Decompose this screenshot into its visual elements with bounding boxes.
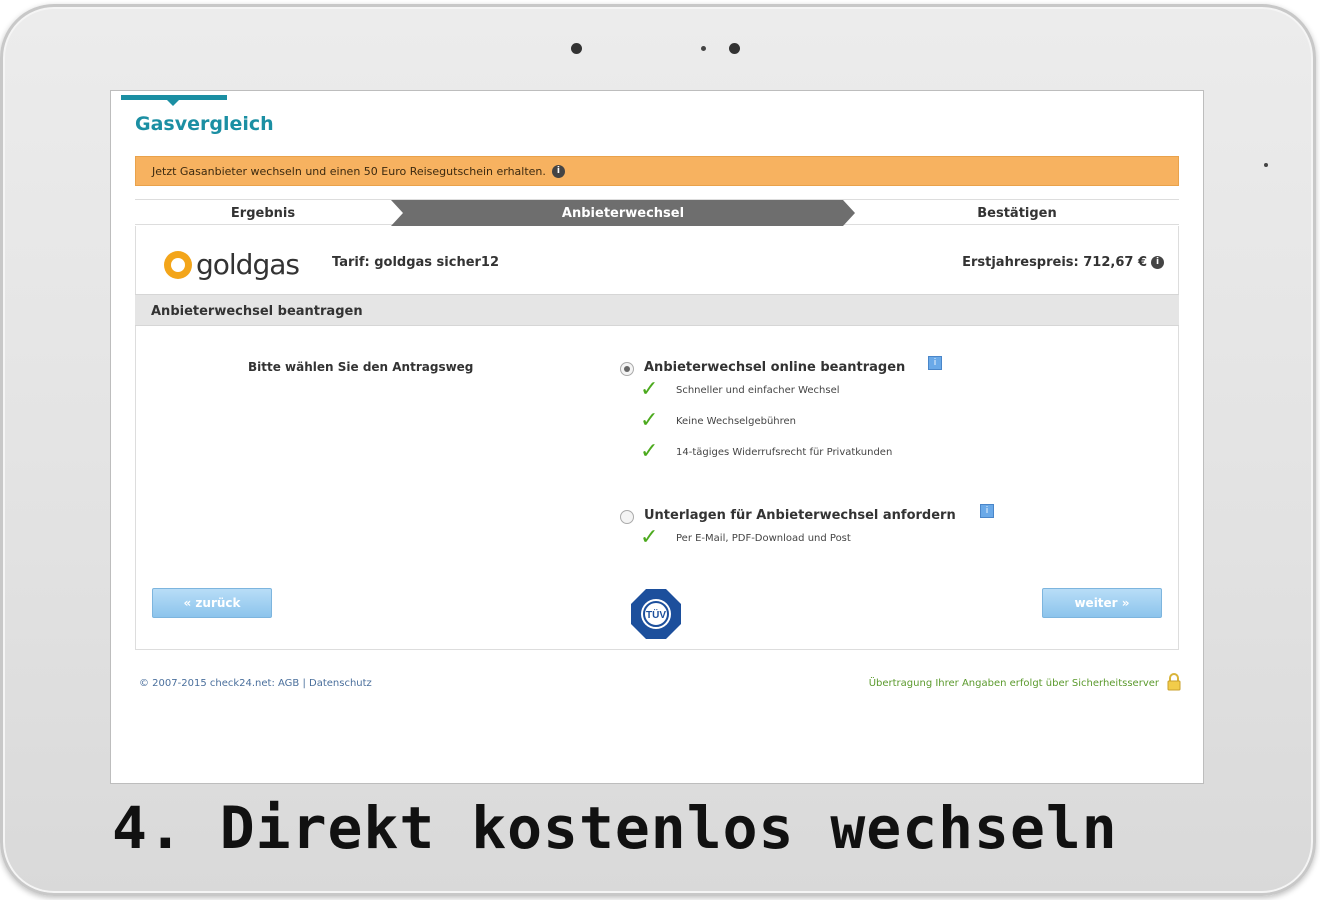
provider-logo: goldgas [164,248,300,281]
caption: 4. Direkt kostenlos wechseln [112,794,1118,862]
provider-summary: goldgas Tarif: goldgas sicher12 Erstjahr… [135,226,1179,294]
radio-online[interactable] [620,362,634,376]
list-item: ✓ Schneller und einfacher Wechsel [640,377,840,402]
tariff-name: Tarif: goldgas sicher12 [332,255,500,270]
check-icon: ✓ [640,439,659,464]
list-item: ✓ 14-tägiges Widerrufsrecht für Privatku… [640,439,893,464]
info-icon[interactable]: i [551,164,565,178]
list-item: ✓ Keine Wechselgebühren [640,408,796,433]
tuv-text: TÜV [646,608,666,621]
camera-lens [729,43,740,54]
price-text: Erstjahrespreis: 712,67 € [962,255,1147,270]
promo-text: Jetzt Gasanbieter wechseln und einen 50 … [152,164,546,178]
footer-legal[interactable]: © 2007-2015 check24.net: AGB | Datenschu… [139,678,372,689]
info-icon[interactable]: i [1151,256,1164,269]
tablet-screen: Gasvergleich Jetzt Gasanbieter wechseln … [110,90,1204,784]
promo-banner: Jetzt Gasanbieter wechseln und einen 50 … [135,156,1179,186]
logo-text: goldgas [196,248,300,281]
footer-security-note: Übertragung Ihrer Angaben erfolgt über S… [868,678,1159,689]
step-label: Anbieterwechsel [561,205,685,221]
choose-method-label: Bitte wählen Sie den Antragsweg [248,360,474,374]
list-item: ✓ Per E-Mail, PDF-Download und Post [640,525,851,550]
option-label[interactable]: Anbieterwechsel online beantragen [644,360,905,375]
help-icon[interactable]: i [980,504,994,518]
first-year-price: Erstjahrespreis: 712,67 € i [962,255,1164,270]
sensor-dot [701,46,706,51]
side-sensor [1264,163,1268,167]
step-ergebnis[interactable]: Ergebnis [135,200,391,226]
front-camera [571,43,582,54]
page-title: Gasvergleich [135,113,274,135]
section-header: Anbieterwechsel beantragen [135,294,1179,326]
step-bestaetigen[interactable]: Bestätigen [855,200,1179,226]
logo-flame-icon [164,250,192,279]
step-label: Bestätigen [977,205,1057,221]
web-page: Gasvergleich Jetzt Gasanbieter wechseln … [121,95,1195,783]
lock-icon [1167,673,1181,691]
step-label: Ergebnis [230,205,296,221]
check-icon: ✓ [640,408,659,433]
application-form: Bitte wählen Sie den Antragsweg Anbieter… [135,326,1179,650]
check-icon: ✓ [640,525,659,550]
tab-notch [167,100,179,106]
option-label[interactable]: Unterlagen für Anbieterwechsel anfordern [644,508,956,523]
radio-documents[interactable] [620,510,634,524]
help-icon[interactable]: i [928,356,942,370]
step-anbieterwechsel[interactable]: Anbieterwechsel [391,200,855,226]
next-button[interactable]: weiter » [1042,588,1162,618]
check-icon: ✓ [640,377,659,402]
back-button[interactable]: « zurück [152,588,272,618]
progress-steps: Ergebnis Anbieterwechsel Bestätigen [135,199,1179,226]
tuv-badge-icon: TÜV [631,589,681,639]
